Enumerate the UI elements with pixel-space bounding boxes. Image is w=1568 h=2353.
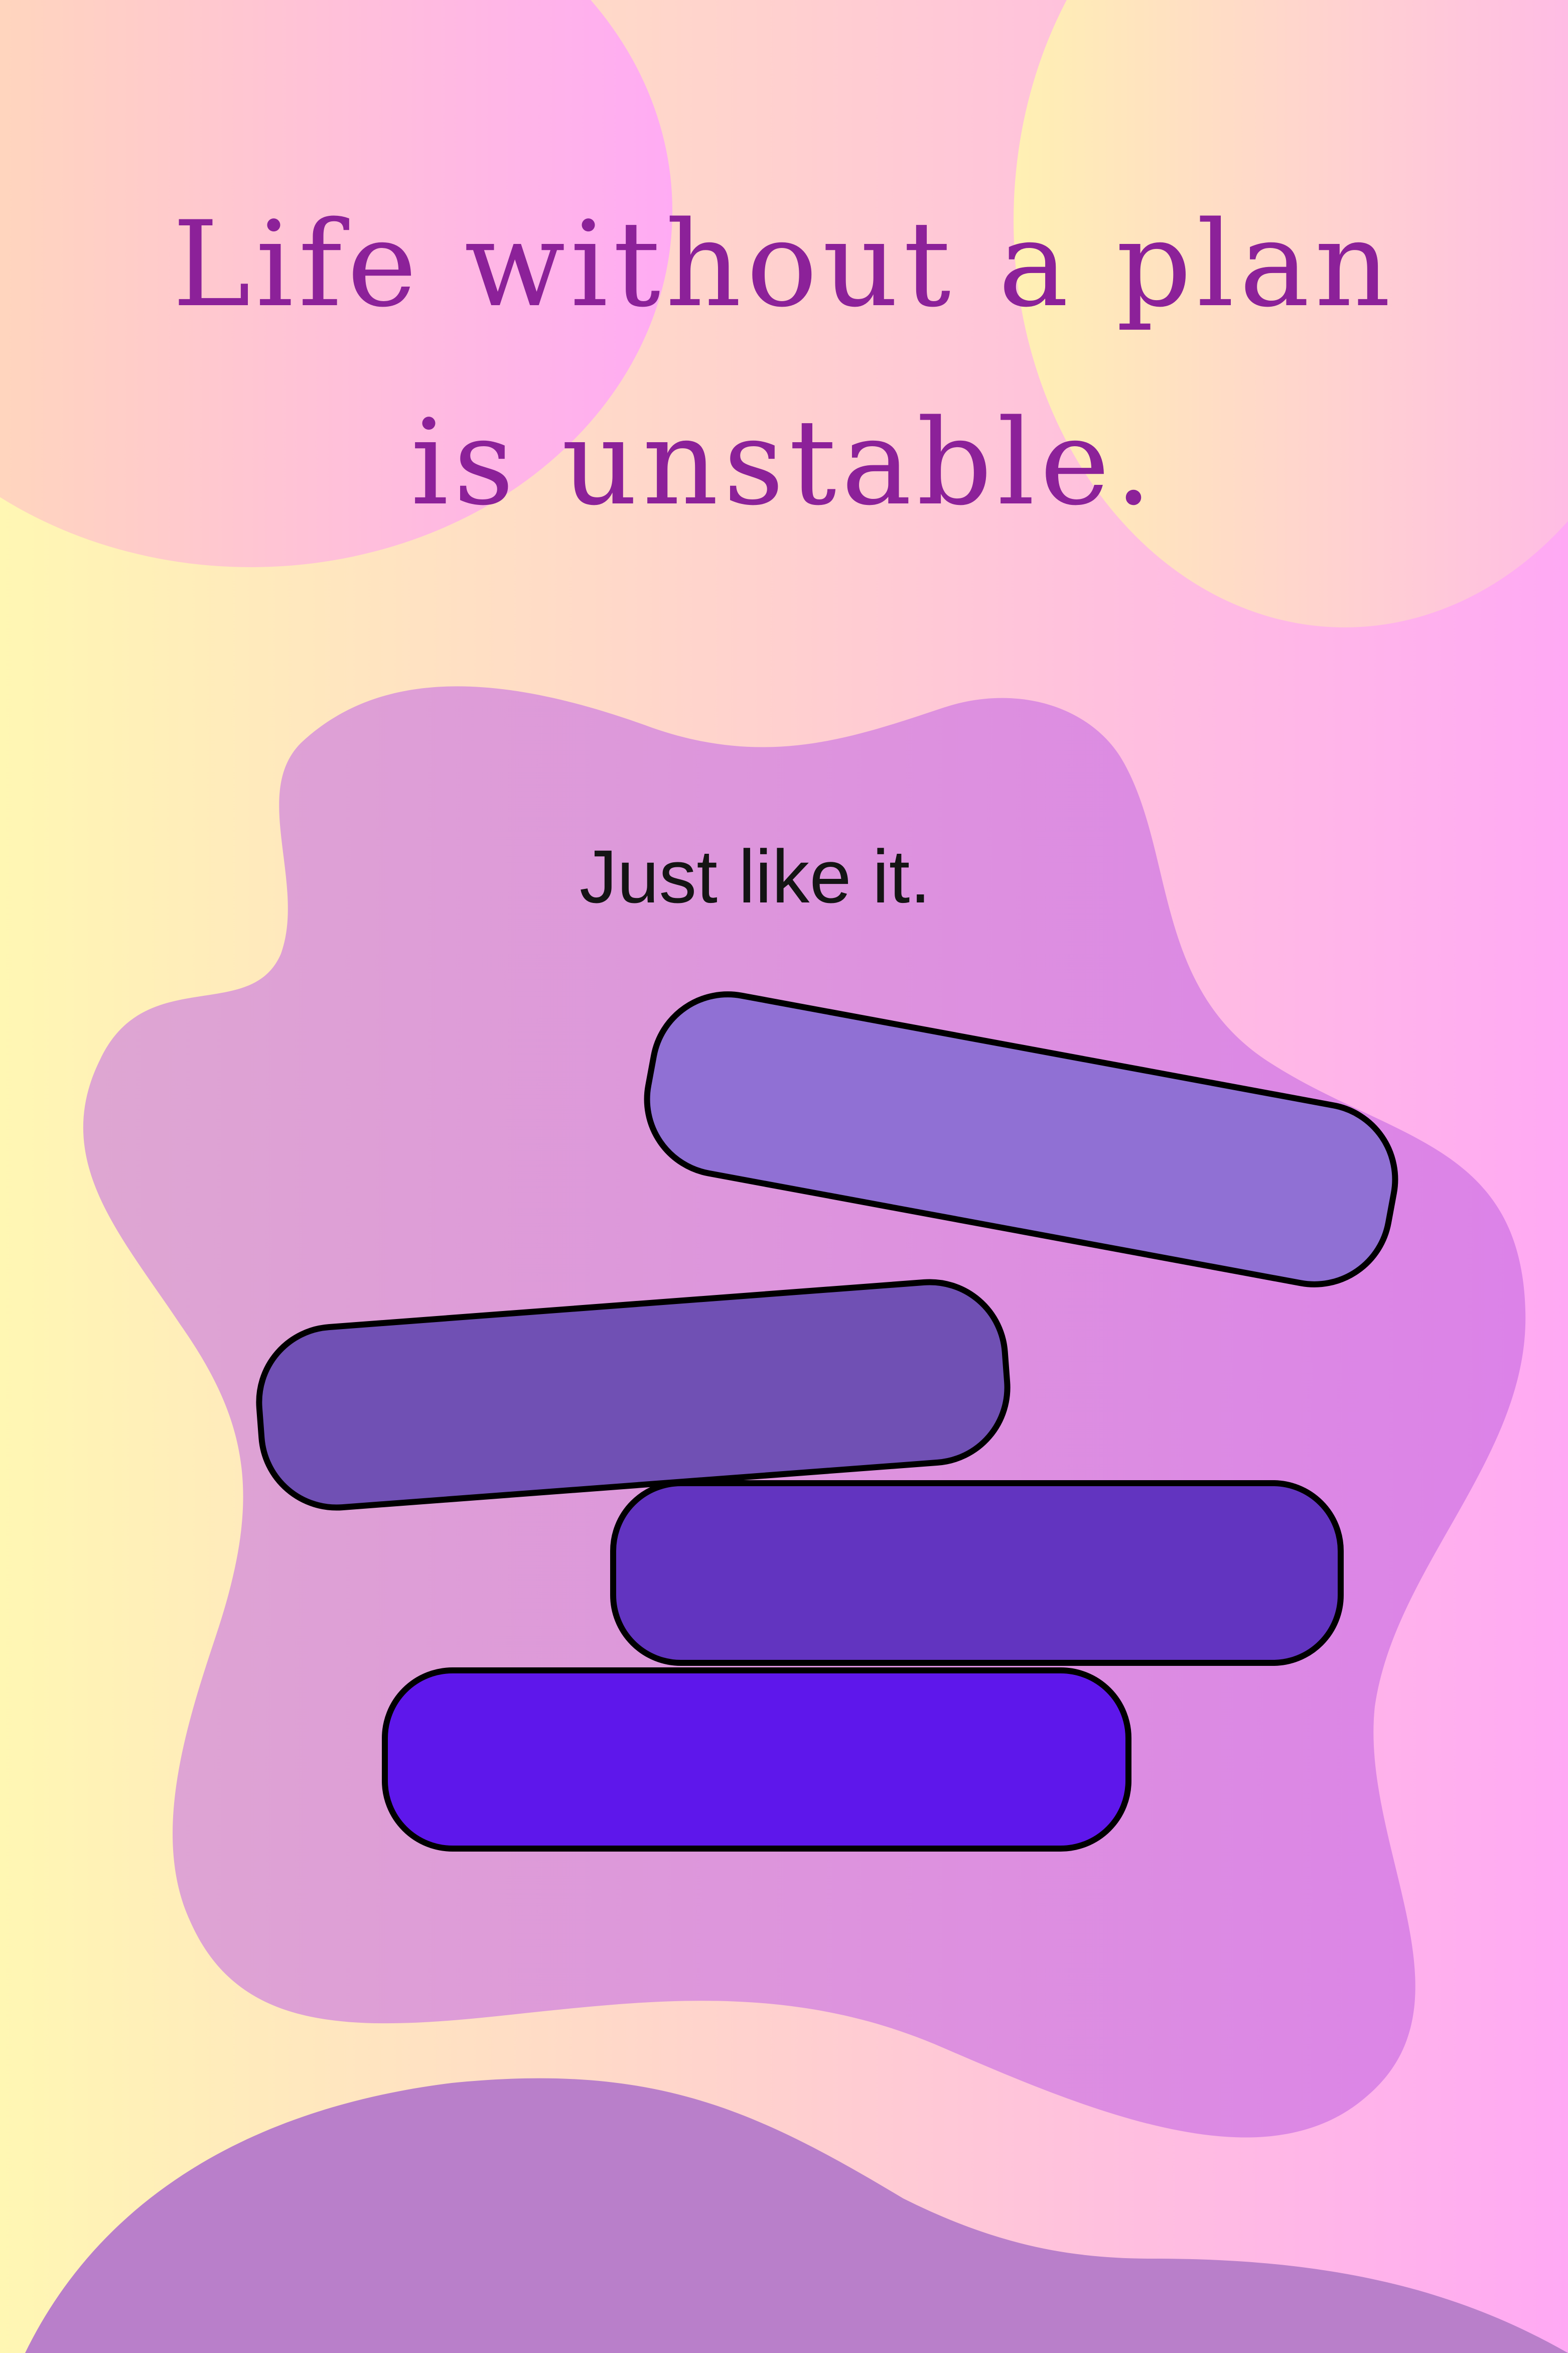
subline: Just like it. — [579, 834, 931, 919]
poster: Life without a plan is unstable. Just li… — [0, 0, 1568, 2353]
block-bottom — [382, 1667, 1131, 1852]
headline: Life without a plan is unstable. — [172, 196, 1396, 532]
block-third — [610, 1480, 1344, 1666]
